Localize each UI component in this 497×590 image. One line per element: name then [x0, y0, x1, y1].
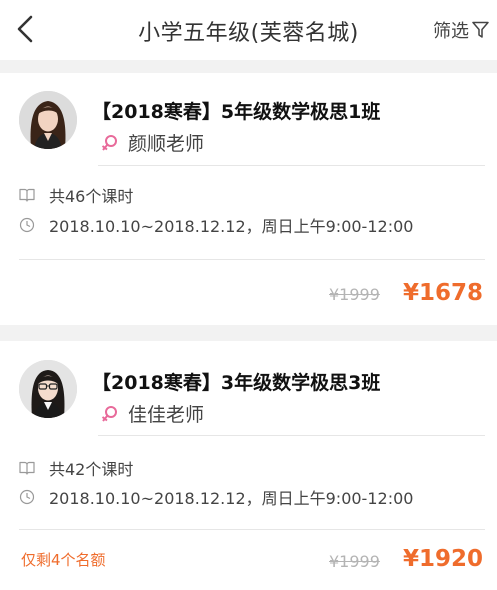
page-title: 小学五年级(芙蓉名城) — [138, 21, 359, 46]
schedule: 2018.10.10~2018.12.12，周日上午9:00-12:00 — [49, 217, 414, 236]
course-title: 【2018寒春】3年级数学极思3班 — [92, 372, 381, 394]
filter-button[interactable]: 筛选 — [433, 17, 489, 43]
teacher-avatar — [19, 360, 77, 418]
lesson-count: 共46个课时 — [49, 187, 134, 206]
remaining-quota: 仅剩4个名额 — [21, 551, 106, 569]
course-title: 【2018寒春】5年级数学极思1班 — [92, 101, 381, 123]
lesson-count-row: 共42个课时 — [19, 456, 133, 480]
teacher-name: 颜顺老师 — [128, 133, 205, 155]
teacher-name-row: 颜顺老师 — [100, 129, 204, 156]
original-price: ¥1999 — [329, 285, 380, 304]
lesson-count-row: 共46个课时 — [19, 183, 133, 207]
book-icon — [19, 461, 35, 475]
filter-label: 筛选 — [433, 21, 469, 42]
schedule-row: 2018.10.10~2018.12.12，周日上午9:00-12:00 — [19, 485, 413, 509]
funnel-icon — [472, 21, 489, 38]
clock-icon — [19, 217, 35, 233]
course-card[interactable]: 【2018寒春】3年级数学极思3班 佳佳老师 共42个课时 2018.10.10… — [0, 341, 497, 590]
top-bar: 小学五年级(芙蓉名城) 筛选 — [0, 0, 497, 60]
course-card[interactable]: 【2018寒春】5年级数学极思1班 颜顺老师 共46个课时 2018.10.10… — [0, 73, 497, 325]
sale-price: ¥1678 — [403, 280, 484, 306]
teacher-name: 佳佳老师 — [128, 404, 205, 426]
female-icon — [101, 134, 117, 151]
sale-price: ¥1920 — [403, 546, 484, 572]
clock-icon — [19, 489, 35, 505]
schedule-row: 2018.10.10~2018.12.12，周日上午9:00-12:00 — [19, 213, 413, 237]
female-icon — [101, 405, 117, 422]
lesson-count: 共42个课时 — [49, 460, 134, 479]
divider — [98, 435, 485, 436]
original-price: ¥1999 — [329, 552, 380, 571]
teacher-avatar — [19, 91, 77, 149]
divider — [19, 259, 485, 260]
divider — [98, 165, 485, 166]
schedule: 2018.10.10~2018.12.12，周日上午9:00-12:00 — [49, 489, 414, 508]
teacher-name-row: 佳佳老师 — [100, 400, 204, 427]
book-icon — [19, 188, 35, 202]
divider — [19, 529, 485, 530]
